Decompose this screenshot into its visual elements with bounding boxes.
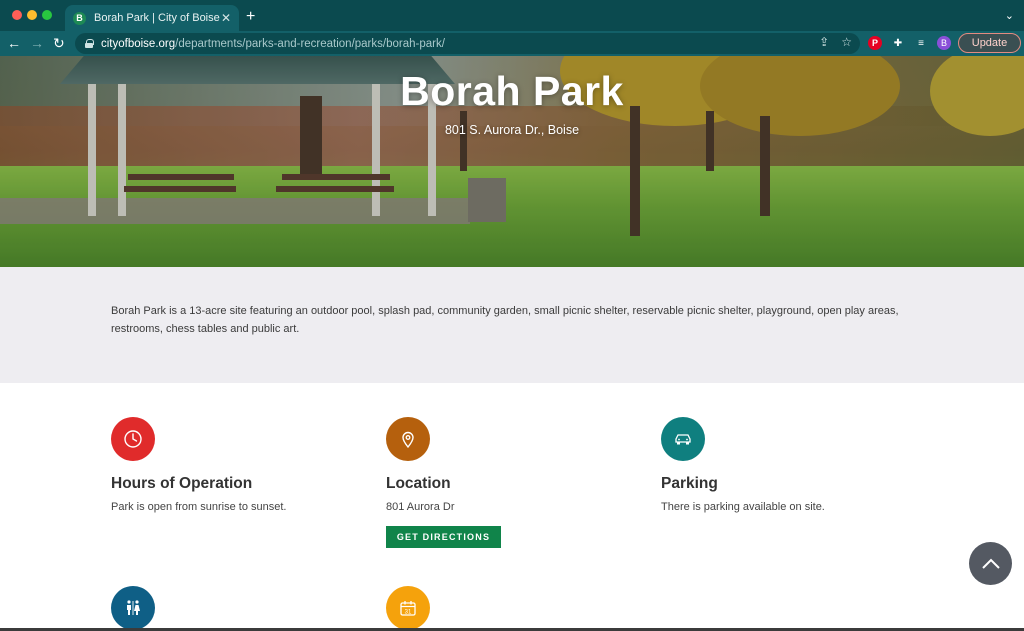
parking-title: Parking [661, 475, 718, 492]
reading-list-icon[interactable]: ≡ [914, 36, 928, 50]
forward-arrow-icon[interactable]: → [30, 35, 44, 51]
lock-icon[interactable] [85, 39, 94, 48]
parking-text: There is parking available on site. [661, 501, 825, 513]
chevron-down-icon[interactable]: ⌄ [1005, 9, 1014, 22]
get-directions-button[interactable]: GET DIRECTIONS [386, 526, 501, 548]
tab-title: Borah Park | City of Boise [94, 12, 220, 24]
location-title: Location [386, 475, 451, 492]
hours-text: Park is open from sunrise to sunset. [111, 501, 287, 513]
address-bar[interactable]: cityofboise.org/departments/parks-and-re… [75, 33, 860, 54]
restroom-icon [111, 586, 155, 630]
update-button[interactable]: Update [958, 33, 1021, 53]
page-title: Borah Park [400, 68, 624, 114]
favicon-icon: B [73, 11, 86, 25]
chevron-up-icon [981, 558, 1000, 569]
url-path: /departments/parks-and-recreation/parks/… [175, 37, 445, 50]
reload-icon[interactable]: ↻ [53, 35, 65, 51]
bookmark-star-icon[interactable]: ☆ [841, 35, 852, 49]
parking-card: Parking There is parking available on si… [661, 417, 901, 513]
park-description-section: Borah Park is a 13-acre site featuring a… [0, 267, 1024, 383]
browser-tab-bar: B Borah Park | City of Boise ✕ + ⌄ [0, 0, 1024, 31]
hours-title: Hours of Operation [111, 475, 253, 492]
pinterest-extension-icon[interactable]: P [868, 36, 882, 50]
profile-avatar[interactable]: B [937, 36, 951, 50]
minimize-window-button[interactable] [27, 10, 37, 20]
location-address: 801 Aurora Dr [386, 501, 455, 513]
browser-tab[interactable]: B Borah Park | City of Boise ✕ [65, 5, 239, 31]
park-address: 801 S. Aurora Dr., Boise [444, 123, 580, 137]
new-tab-icon[interactable]: + [246, 8, 255, 26]
location-card: Location 801 Aurora Dr GET DIRECTIONS [386, 417, 626, 548]
browser-toolbar: ← → ↻ cityofboise.org/departments/parks-… [0, 31, 1024, 56]
park-description: Borah Park is a 13-acre site featuring a… [111, 305, 899, 335]
svg-text:31: 31 [405, 610, 412, 616]
hero-banner: Borah Park 801 S. Aurora Dr., Boise [0, 56, 1024, 267]
scroll-to-top-button[interactable] [969, 542, 1012, 585]
hours-card: Hours of Operation Park is open from sun… [111, 417, 351, 513]
url-host: cityofboise.org [101, 37, 176, 50]
clock-icon [111, 417, 155, 461]
map-pin-icon [386, 417, 430, 461]
reservations-card: 31 [386, 586, 626, 630]
car-icon [661, 417, 705, 461]
amenities-card [111, 586, 351, 630]
extensions-puzzle-icon[interactable]: ✚ [891, 36, 905, 50]
back-arrow-icon[interactable]: ← [7, 35, 21, 51]
close-tab-icon[interactable]: ✕ [221, 11, 231, 25]
share-icon[interactable]: ⇪ [819, 35, 829, 49]
calendar-icon: 31 [386, 586, 430, 630]
maximize-window-button[interactable] [42, 10, 52, 20]
close-window-button[interactable] [12, 10, 22, 20]
